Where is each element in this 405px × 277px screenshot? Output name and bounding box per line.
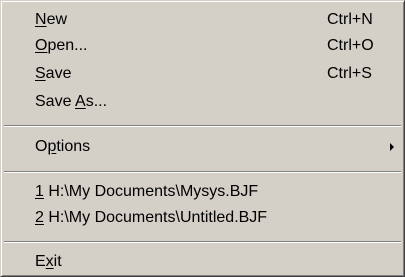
- menu-item-save-label: Save: [35, 65, 72, 82]
- shortcut-save: Ctrl+S: [327, 65, 372, 82]
- menu-item-new-label: New: [35, 11, 68, 28]
- mnemonic: O: [35, 37, 48, 54]
- menu-separator: [4, 241, 401, 243]
- menu-item-exit-label: Exit: [35, 253, 62, 270]
- recent-file-label: 1 H:\My Documents\Mysys.BJF: [35, 183, 259, 200]
- menu-item-options-label: Options: [35, 138, 91, 155]
- menu-item-open-label: Open...: [35, 37, 88, 54]
- menu-item-save[interactable]: Save Ctrl+S: [3, 61, 402, 87]
- submenu-arrow-icon: [390, 143, 394, 151]
- mnemonic: 1: [35, 183, 44, 200]
- menu-item-exit[interactable]: Exit: [3, 249, 402, 275]
- mnemonic: S: [35, 65, 46, 82]
- menu-item-open[interactable]: Open... Ctrl+O: [3, 33, 402, 59]
- menu-item-save-as-label: Save As...: [35, 93, 108, 110]
- shortcut-open: Ctrl+O: [327, 37, 374, 54]
- file-menu: New Ctrl+N Open... Ctrl+O Save Ctrl+S Sa…: [0, 0, 405, 277]
- menu-separator: [4, 171, 401, 173]
- mnemonic: N: [35, 11, 47, 28]
- recent-file-label: 2 H:\My Documents\Untitled.BJF: [35, 209, 268, 226]
- mnemonic: A: [75, 93, 86, 110]
- menu-item-options[interactable]: Options: [3, 134, 402, 160]
- menu-item-save-as[interactable]: Save As...: [3, 89, 402, 115]
- menu-item-recent-1[interactable]: 1 H:\My Documents\Mysys.BJF: [3, 179, 402, 205]
- mnemonic: 2: [35, 209, 44, 226]
- mnemonic: x: [45, 253, 54, 270]
- menu-item-new[interactable]: New Ctrl+N: [3, 7, 402, 33]
- shortcut-new: Ctrl+N: [327, 11, 373, 28]
- menu-item-recent-2[interactable]: 2 H:\My Documents\Untitled.BJF: [3, 205, 402, 231]
- menu-separator: [4, 125, 401, 127]
